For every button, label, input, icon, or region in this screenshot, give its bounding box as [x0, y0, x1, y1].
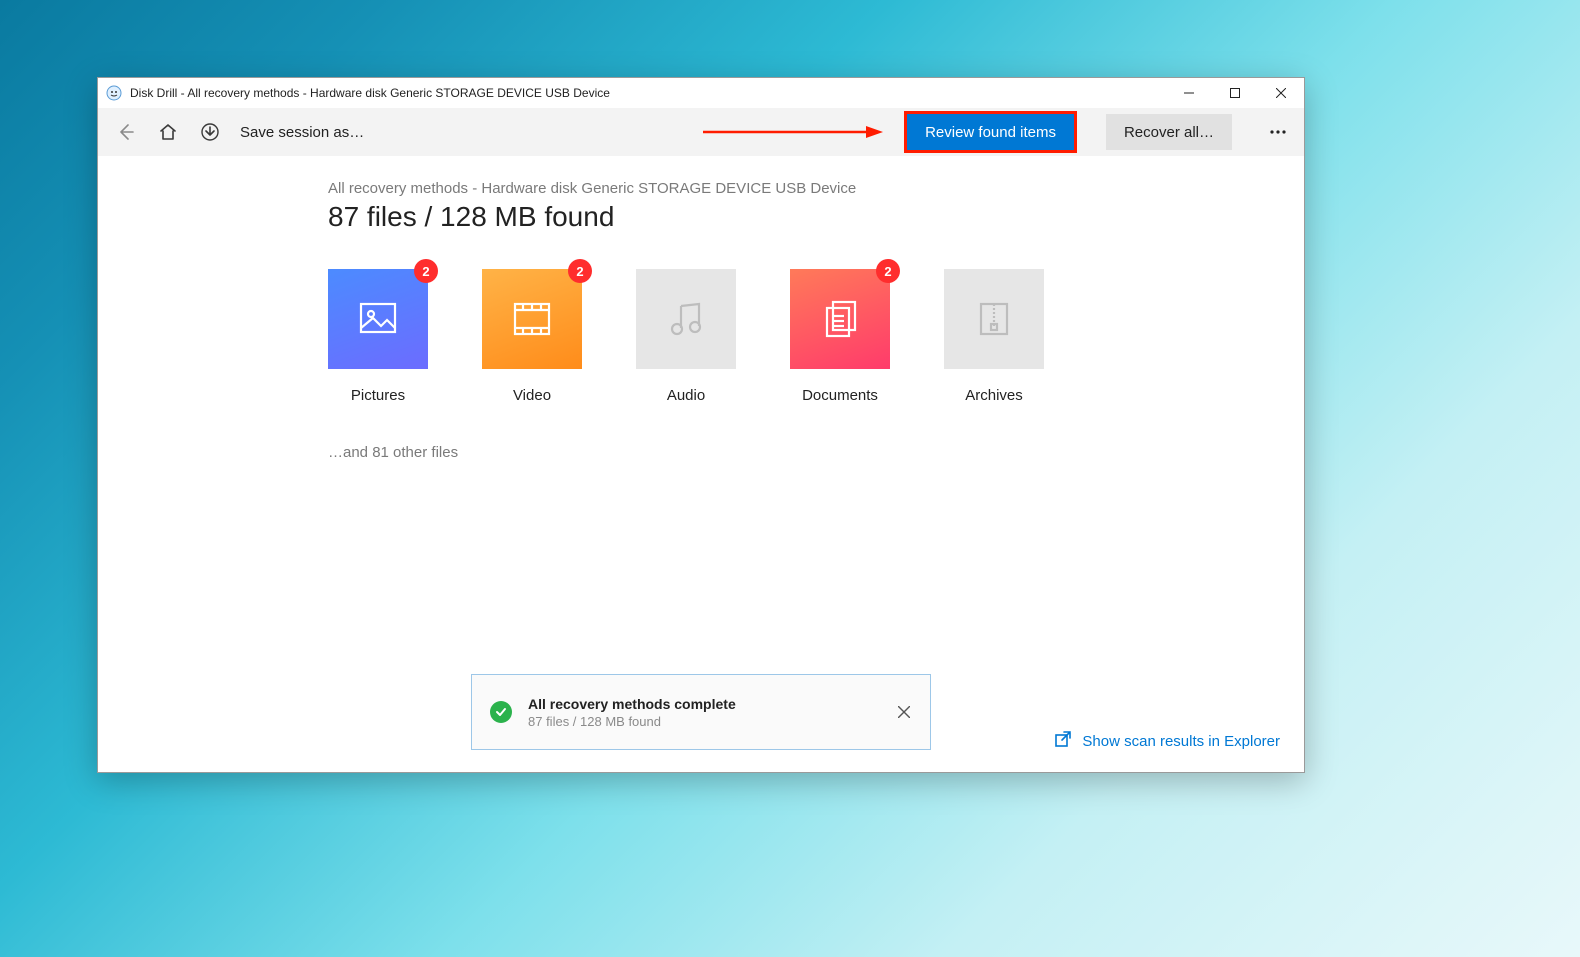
review-callout-highlight: Review found items — [907, 114, 1074, 150]
content-area: All recovery methods - Hardware disk Gen… — [98, 156, 1304, 772]
titlebar: Disk Drill - All recovery methods - Hard… — [98, 78, 1304, 108]
download-icon[interactable] — [198, 120, 222, 144]
app-icon — [106, 85, 122, 101]
review-found-items-button[interactable]: Review found items — [907, 114, 1074, 150]
close-button[interactable] — [1258, 78, 1304, 108]
completion-notice: All recovery methods complete 87 files /… — [471, 674, 931, 750]
subtitle: All recovery methods - Hardware disk Gen… — [328, 180, 1228, 197]
category-tiles: 2 Pictures 2 Video — [328, 269, 1228, 404]
badge-video: 2 — [568, 259, 592, 283]
recover-all-button[interactable]: Recover all… — [1106, 114, 1232, 150]
tile-label: Documents — [802, 387, 878, 404]
open-external-icon — [1054, 730, 1072, 752]
badge-documents: 2 — [876, 259, 900, 283]
tile-label: Video — [513, 387, 551, 404]
music-icon — [663, 296, 709, 342]
more-files-text: …and 81 other files — [328, 444, 1228, 461]
tile-label: Audio — [667, 387, 705, 404]
window-controls — [1166, 78, 1304, 108]
notice-close-button[interactable] — [892, 700, 916, 724]
tile-pictures[interactable]: 2 Pictures — [328, 269, 428, 404]
tile-documents[interactable]: 2 Do — [790, 269, 890, 404]
callout-arrow — [703, 122, 883, 142]
tile-archives[interactable]: Archives — [944, 269, 1044, 404]
maximize-button[interactable] — [1212, 78, 1258, 108]
app-window: Disk Drill - All recovery methods - Hard… — [97, 77, 1305, 773]
explorer-link-label: Show scan results in Explorer — [1082, 733, 1280, 750]
save-session-label[interactable]: Save session as… — [240, 124, 364, 141]
window-title: Disk Drill - All recovery methods - Hard… — [130, 86, 1166, 100]
tile-label: Archives — [965, 387, 1023, 404]
checkmark-icon — [490, 701, 512, 723]
tile-video[interactable]: 2 Video — [482, 269, 582, 404]
notice-subtitle: 87 files / 128 MB found — [528, 714, 876, 729]
tile-audio[interactable]: Audio — [636, 269, 736, 404]
show-in-explorer-link[interactable]: Show scan results in Explorer — [1054, 730, 1280, 752]
home-button[interactable] — [156, 120, 180, 144]
document-icon — [817, 296, 863, 342]
image-icon — [355, 296, 401, 342]
back-button[interactable] — [114, 120, 138, 144]
headline: 87 files / 128 MB found — [328, 201, 1228, 233]
tile-label: Pictures — [351, 387, 405, 404]
toolbar: Save session as… Review found items Reco… — [98, 108, 1304, 156]
film-icon — [509, 296, 555, 342]
notice-title: All recovery methods complete — [528, 696, 876, 712]
more-options-button[interactable] — [1262, 114, 1294, 150]
badge-pictures: 2 — [414, 259, 438, 283]
minimize-button[interactable] — [1166, 78, 1212, 108]
archive-icon — [971, 296, 1017, 342]
